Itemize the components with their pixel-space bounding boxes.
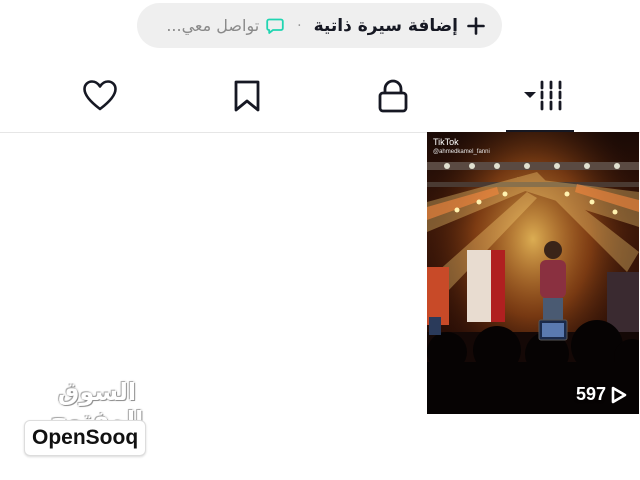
chat-bubble-icon: [266, 18, 284, 34]
tiktok-username: @ahmedkamel_fanni: [433, 149, 490, 155]
tab-private[interactable]: [353, 70, 433, 131]
video-thumbnail[interactable]: TikTok @ahmedkamel_fanni 597: [427, 132, 639, 414]
heart-icon: [83, 80, 117, 111]
plus-icon: [467, 16, 485, 35]
separator-dot: ·: [297, 17, 302, 34]
tab-videos[interactable]: [500, 70, 580, 132]
watermark-latin-text: OpenSooq: [24, 420, 147, 456]
profile-tabs: [0, 70, 640, 133]
add-bio-button[interactable]: إضافة سيرة ذاتية: [314, 16, 486, 36]
concert-scene-image: [427, 132, 639, 414]
tab-saved[interactable]: [207, 70, 287, 131]
view-count: 597: [576, 384, 627, 405]
contact-button[interactable]: تواصل معي...: [166, 16, 285, 36]
view-count-value: 597: [575, 384, 606, 404]
contact-placeholder: تواصل معي...: [166, 16, 260, 35]
profile-actions-bar: تواصل معي... · إضافة سيرة ذاتية: [137, 3, 502, 48]
opensooq-watermark: السوق المفتوح OpenSooq: [22, 378, 172, 460]
tab-liked[interactable]: [60, 70, 140, 131]
play-icon: [611, 386, 627, 403]
profile-page: تواصل معي... · إضافة سيرة ذاتية TikTok @…: [0, 0, 640, 480]
add-bio-label: إضافة سيرة ذاتية: [313, 15, 458, 36]
bookmark-icon: [234, 80, 260, 112]
grid-dropdown-icon: [524, 80, 562, 111]
lock-icon: [378, 79, 408, 113]
tiktok-watermark: TikTok: [433, 137, 459, 147]
